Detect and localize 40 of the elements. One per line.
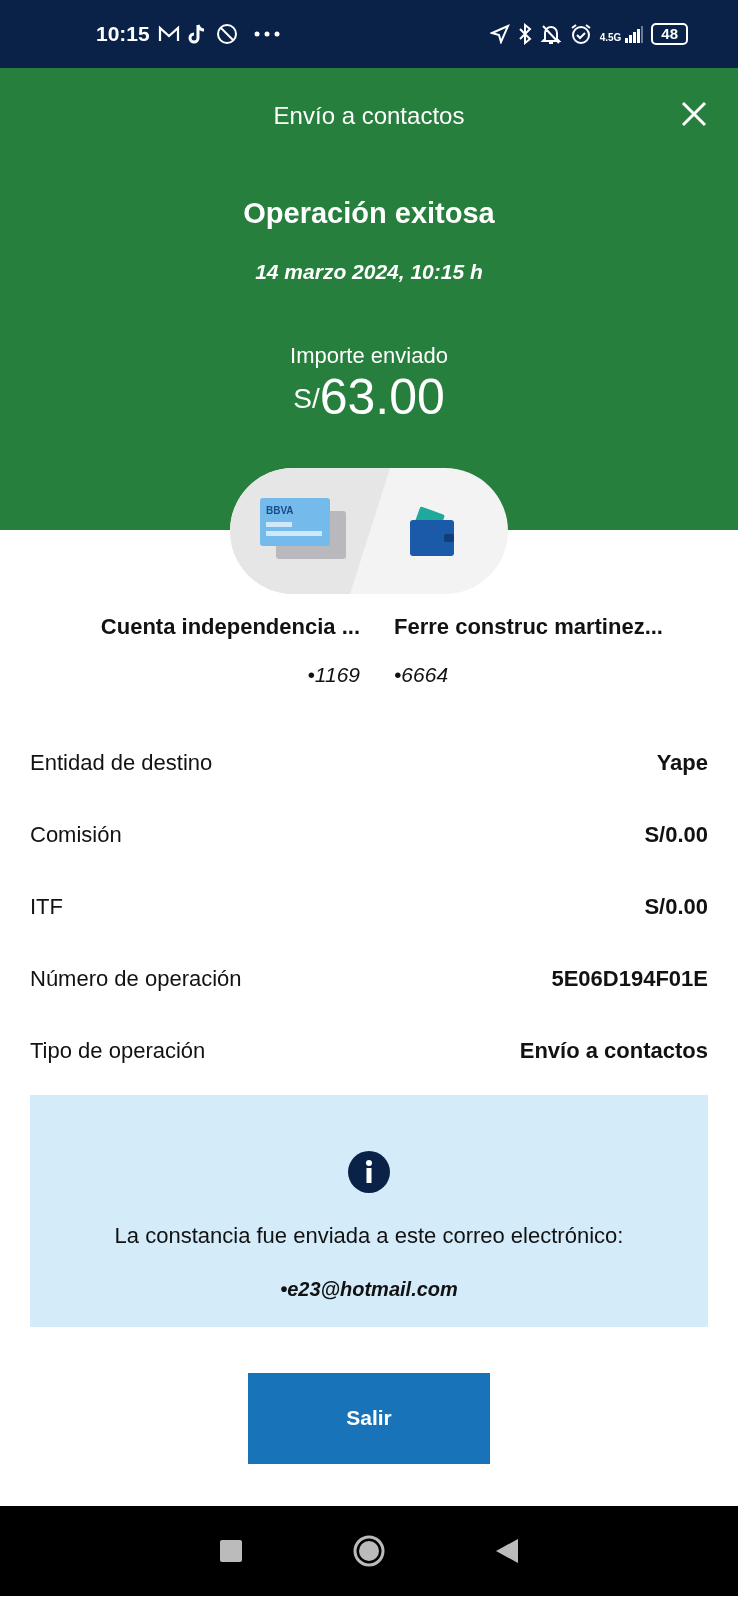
bell-off-icon (539, 23, 562, 45)
operation-date: 14 marzo 2024, 10:15 h (254, 258, 484, 285)
currency-symbol: S/ (293, 383, 320, 416)
wallet-icon (410, 506, 454, 556)
alarm-icon (569, 23, 592, 45)
detail-label: Entidad de destino (30, 749, 213, 777)
detail-label: ITF (30, 893, 63, 921)
screen-title: Envío a contactos (273, 101, 465, 131)
network-type: 4.5G (599, 33, 622, 43)
recents-icon[interactable] (220, 1539, 242, 1562)
status-time: 10:15 (96, 21, 150, 48)
exit-button[interactable]: Salir (248, 1372, 490, 1464)
detail-value: S/0.00 (644, 821, 708, 849)
detail-value: S/0.00 (644, 893, 708, 921)
detail-value: Yape (656, 749, 708, 777)
signal-icon (625, 25, 644, 43)
info-icon (348, 1150, 390, 1193)
close-button[interactable] (680, 100, 708, 128)
mail-icon (157, 25, 180, 43)
more-icon (253, 31, 280, 37)
detail-value: 5E06D194F01E (551, 965, 708, 993)
detail-value: Envío a contactos (519, 1037, 708, 1065)
amount-label: Importe enviado (289, 342, 449, 370)
blocked-icon (215, 23, 238, 45)
source-account-name: Cuenta independencia ... (100, 613, 360, 641)
location-icon (489, 24, 510, 44)
destination-account-number: •6664 (394, 662, 449, 688)
back-icon[interactable] (496, 1538, 518, 1563)
battery-level: 48 (651, 23, 688, 45)
bluetooth-icon (517, 23, 532, 45)
home-icon[interactable] (352, 1533, 386, 1568)
detail-label: Tipo de operación (30, 1037, 206, 1065)
email-address: •e23@hotmail.com (280, 1276, 458, 1302)
source-account-number: •1169 (307, 662, 360, 688)
success-heading: Operación exitosa (242, 196, 496, 231)
destination-account-name: Ferre construc martinez... (394, 613, 663, 641)
notice-text: La constancia fue enviada a este correo electrónico: (114, 1221, 624, 1250)
detail-label: Comisión (30, 821, 122, 849)
detail-label: Número de operación (30, 965, 242, 993)
amount-value: 63.00 (319, 372, 445, 422)
